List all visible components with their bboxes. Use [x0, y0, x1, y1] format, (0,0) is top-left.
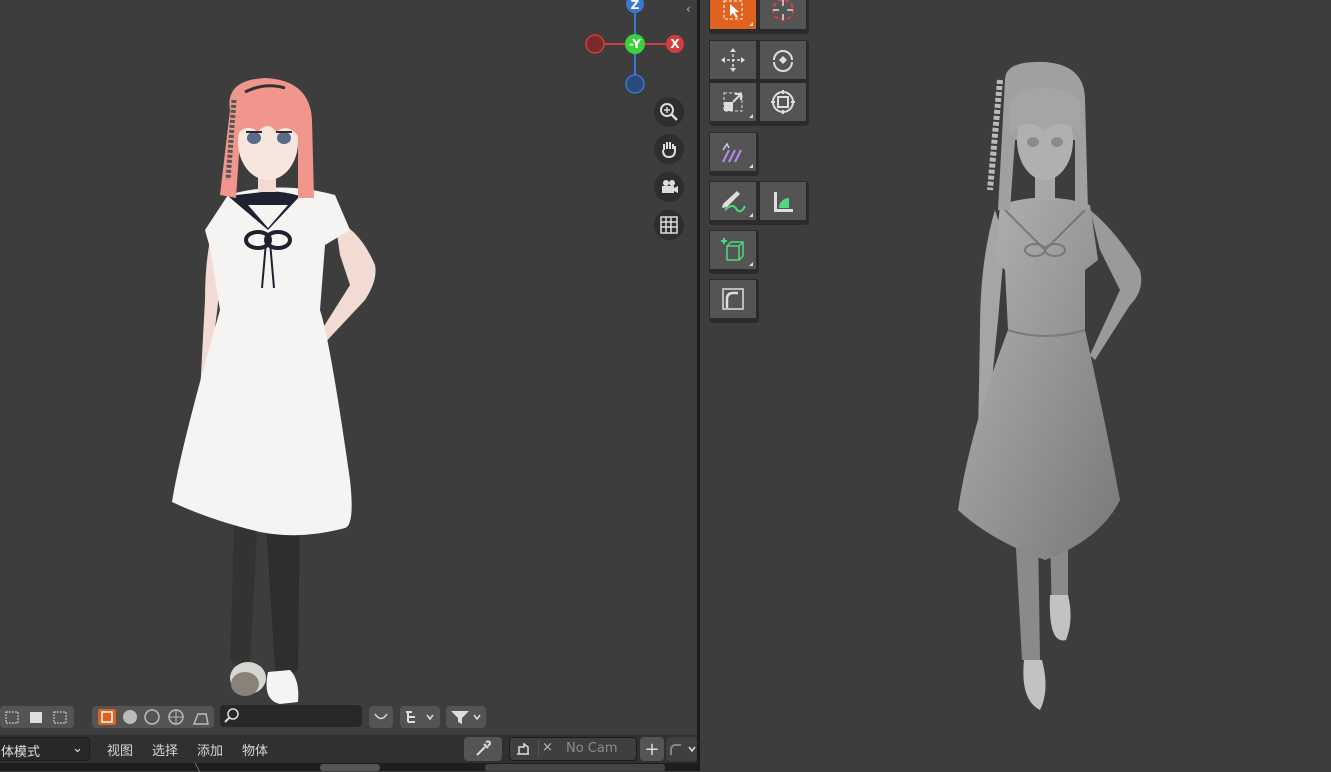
extrude-tool[interactable]: [709, 279, 757, 319]
viewport-shading-group[interactable]: [92, 706, 214, 728]
draw-tool[interactable]: [709, 181, 757, 221]
right-3d-viewport[interactable]: [700, 0, 1331, 771]
timeline-strip: ╲: [0, 763, 697, 772]
character-model-clay[interactable]: [950, 60, 1160, 720]
left-3d-viewport[interactable]: Z -Y X ‹: [0, 0, 697, 735]
camera-selector[interactable]: × No Cam: [509, 737, 637, 761]
viewport-header: [0, 704, 697, 732]
eyedropper-icon[interactable]: [464, 737, 502, 761]
chevron-down-icon: ⌄: [72, 741, 83, 756]
select-box-tool[interactable]: [709, 0, 757, 30]
scale-tool[interactable]: [709, 82, 757, 122]
menu-object[interactable]: 物体: [242, 740, 268, 759]
measure-tool[interactable]: [759, 181, 807, 221]
menu-select[interactable]: 选择: [152, 740, 178, 759]
mode-select[interactable]: 体模式 ⌄: [0, 737, 90, 761]
snap-curve-icon[interactable]: [369, 706, 393, 728]
tool-group-add: [709, 230, 759, 274]
camera-name: No Cam: [566, 741, 618, 756]
annotate-tool[interactable]: [709, 132, 757, 172]
viewport-menu-bar: 体模式 ⌄ 视图 选择 添加 物体 × No Cam +: [0, 735, 698, 763]
transform-tool[interactable]: [759, 82, 807, 122]
zoom-icon[interactable]: [654, 97, 684, 127]
rotate-tool[interactable]: [759, 40, 807, 80]
menu-add[interactable]: 添加: [197, 740, 223, 759]
gizmo-y-label[interactable]: -Y: [626, 35, 644, 53]
search-icon: [224, 708, 239, 723]
add-button[interactable]: +: [640, 737, 664, 761]
camera-clear-button[interactable]: ×: [542, 740, 553, 755]
character-model-colored[interactable]: [150, 70, 410, 710]
hand-pan-icon[interactable]: [654, 134, 684, 164]
tool-group-transform: [709, 40, 809, 126]
search-field[interactable]: [220, 705, 362, 727]
hierarchy-dropdown[interactable]: [400, 706, 440, 728]
collapse-arrow-icon[interactable]: ‹: [686, 2, 691, 16]
gizmo-x-label[interactable]: X: [666, 35, 684, 53]
add-cube-tool[interactable]: [709, 230, 757, 270]
camera-icon[interactable]: [654, 172, 684, 202]
cursor-tool[interactable]: [759, 0, 807, 30]
curve-dropdown[interactable]: [666, 737, 698, 761]
tool-group-select: [709, 0, 809, 34]
menu-view[interactable]: 视图: [107, 740, 133, 759]
select-mode-group[interactable]: [0, 706, 74, 728]
tool-group-draw: [709, 181, 809, 225]
grid-icon[interactable]: [654, 210, 684, 240]
funnel-icon[interactable]: [446, 706, 486, 728]
tool-group-annotate: [709, 132, 759, 176]
mode-select-label: 体模式: [1, 745, 41, 760]
move-tool[interactable]: [709, 40, 757, 80]
tool-group-extrude: [709, 279, 759, 323]
camera-object-icon: [517, 742, 529, 755]
